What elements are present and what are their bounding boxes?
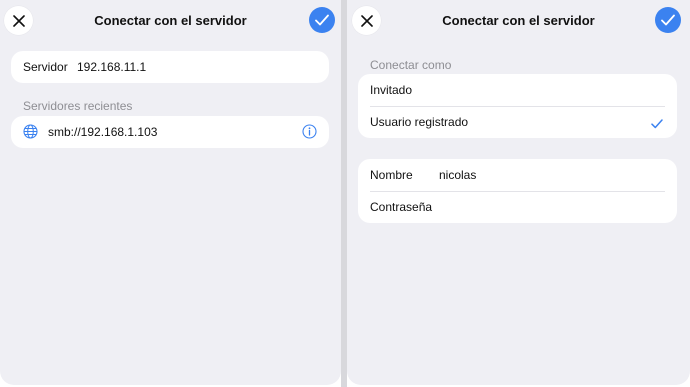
- info-icon[interactable]: [302, 124, 317, 139]
- header: Conectar con el servidor: [347, 0, 690, 42]
- close-button[interactable]: [4, 6, 33, 35]
- close-button[interactable]: [352, 6, 381, 35]
- close-icon: [12, 14, 25, 27]
- header: Conectar con el servidor: [0, 0, 341, 42]
- list-item[interactable]: smb://192.168.1.103: [11, 116, 329, 148]
- option-label: Usuario registrado: [370, 115, 469, 129]
- option-label: Invitado: [370, 83, 413, 97]
- confirm-button[interactable]: [309, 7, 335, 33]
- globe-icon: [23, 124, 38, 139]
- server-input-card: Servidor 192.168.11.1: [11, 51, 329, 83]
- checkmark-icon: [661, 14, 675, 26]
- password-field[interactable]: [439, 198, 659, 216]
- checkmark-icon: [651, 116, 663, 134]
- recent-servers-heading: Servidores recientes: [23, 99, 133, 113]
- credentials-card: Nombre nicolas Contraseña: [358, 159, 677, 223]
- name-label: Nombre: [370, 168, 413, 182]
- recent-server-address: smb://192.168.1.103: [48, 125, 158, 139]
- confirm-button[interactable]: [655, 7, 681, 33]
- connect-server-panel-right: Conectar con el servidor Conectar como I…: [347, 0, 690, 385]
- password-label: Contraseña: [370, 200, 433, 214]
- close-icon: [360, 14, 373, 27]
- page-title: Conectar con el servidor: [94, 13, 247, 28]
- connect-as-heading: Conectar como: [370, 58, 452, 72]
- server-label: Servidor: [23, 60, 68, 74]
- server-input[interactable]: 192.168.11.1: [77, 60, 146, 74]
- recent-servers-list: smb://192.168.1.103: [11, 116, 329, 148]
- connect-as-options: Invitado Usuario registrado: [358, 74, 677, 138]
- page-title: Conectar con el servidor: [442, 13, 595, 28]
- option-guest[interactable]: Invitado: [358, 74, 677, 106]
- option-registered-user[interactable]: Usuario registrado: [358, 106, 677, 138]
- connect-server-panel-left: Conectar con el servidor Servidor 192.16…: [0, 0, 341, 385]
- checkmark-icon: [315, 14, 329, 26]
- name-field[interactable]: nicolas: [439, 168, 476, 182]
